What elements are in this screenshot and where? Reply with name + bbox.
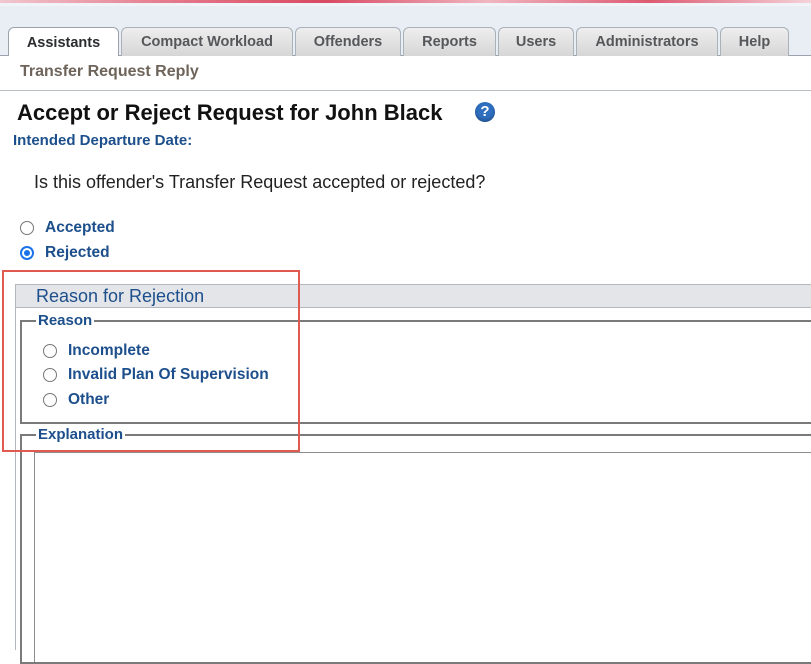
tab-users[interactable]: Users — [498, 27, 574, 56]
explanation-legend: Explanation — [36, 426, 126, 443]
brand-accent-bar — [0, 0, 811, 3]
tab-compact-workload[interactable]: Compact Workload — [121, 27, 293, 56]
accepted-radio[interactable] — [20, 221, 34, 235]
invalid-plan-radio[interactable] — [43, 368, 57, 382]
other-label[interactable]: Other — [68, 391, 109, 409]
invalid-plan-label[interactable]: Invalid Plan Of Supervision — [68, 366, 269, 384]
accepted-label[interactable]: Accepted — [45, 219, 115, 237]
rejected-option[interactable]: Rejected — [20, 244, 110, 262]
tab-reports[interactable]: Reports — [403, 27, 496, 56]
accepted-option[interactable]: Accepted — [20, 219, 115, 237]
tab-offenders[interactable]: Offenders — [295, 27, 401, 56]
reason-option-invalid-plan[interactable]: Invalid Plan Of Supervision — [43, 366, 269, 384]
page-title: Accept or Reject Request for John Black — [17, 100, 443, 125]
reason-option-other[interactable]: Other — [43, 391, 109, 409]
reason-for-rejection-header: Reason for Rejection — [15, 284, 811, 308]
rejected-label[interactable]: Rejected — [45, 244, 110, 262]
explanation-textarea[interactable] — [34, 452, 811, 662]
other-radio[interactable] — [43, 393, 57, 407]
subnav-transfer-request-reply[interactable]: Transfer Request Reply — [20, 63, 199, 81]
tab-administrators[interactable]: Administrators — [576, 27, 718, 56]
decision-question: Is this offender's Transfer Request acce… — [34, 172, 486, 192]
tab-assistants[interactable]: Assistants — [8, 27, 119, 57]
tab-help[interactable]: Help — [720, 27, 789, 56]
rejected-radio[interactable] — [20, 246, 34, 260]
sub-navigation: Transfer Request Reply — [0, 56, 811, 91]
section-left-border — [15, 308, 16, 650]
reason-option-incomplete[interactable]: Incomplete — [43, 342, 150, 360]
help-icon[interactable]: ? — [475, 102, 495, 122]
intended-departure-date-label: Intended Departure Date: — [13, 132, 193, 149]
reason-legend: Reason — [36, 312, 95, 329]
incomplete-radio[interactable] — [43, 344, 57, 358]
incomplete-label[interactable]: Incomplete — [68, 342, 150, 360]
section-title: Reason for Rejection — [36, 286, 205, 306]
main-tab-bar: Assistants Compact Workload Offenders Re… — [0, 6, 811, 57]
